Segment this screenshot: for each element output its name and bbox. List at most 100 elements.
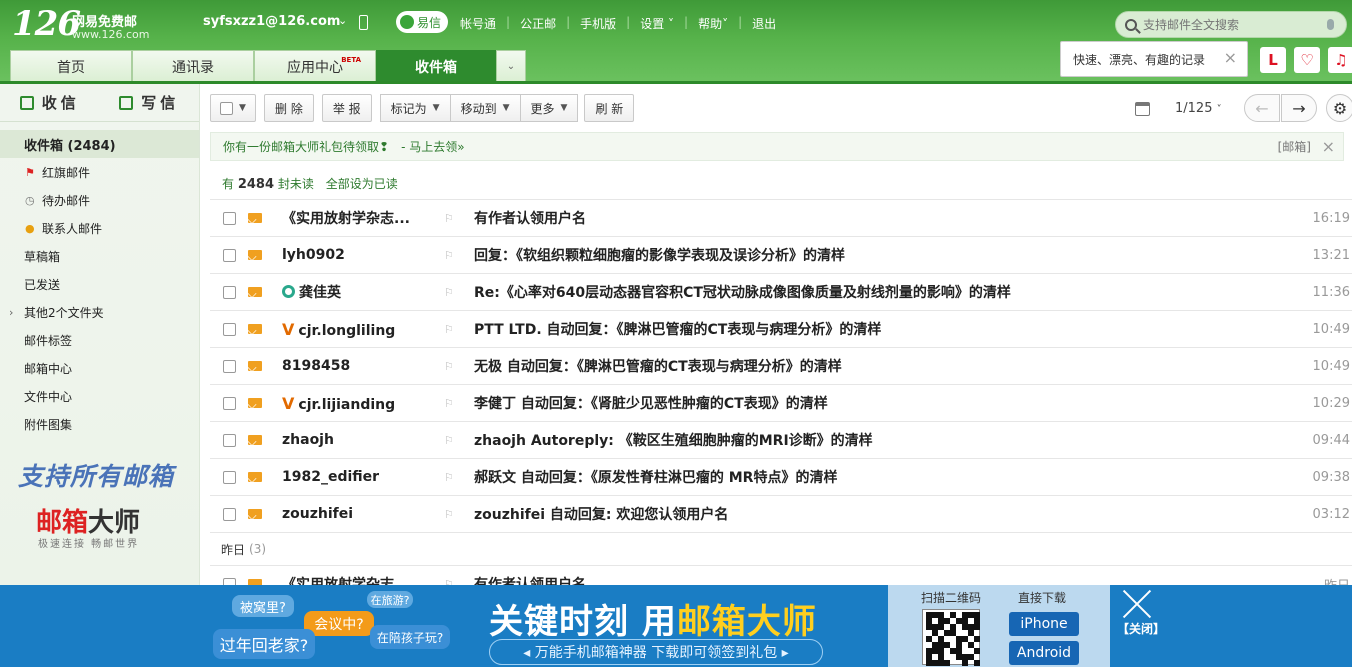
table-row[interactable]: 8198458 ⚐ 无极 自动回复：《脾淋巴管瘤的CT表现与病理分析》的清样 10:4… xyxy=(210,347,1352,384)
sender[interactable]: Vcjr.longliling xyxy=(282,320,432,339)
nav-help[interactable]: 帮助˅ xyxy=(698,15,728,32)
android-download-button[interactable]: Android xyxy=(1009,641,1079,665)
row-checkbox[interactable] xyxy=(223,359,236,373)
sender[interactable]: 8198458 xyxy=(282,358,432,374)
receive-button[interactable]: 收信 xyxy=(0,84,100,121)
flag-icon[interactable]: ⚐ xyxy=(444,397,454,410)
more-button[interactable]: 更多 ▼ xyxy=(519,94,579,122)
subject[interactable]: PTT LTD. 自动回复：《脾淋巴管瘤的CT表现与病理分析》的清样 xyxy=(474,319,881,339)
table-row[interactable]: Vcjr.lijianding ⚐ 李健丁 自动回复：《肾脏少见恶性肿瘤的CT表现》… xyxy=(210,384,1352,421)
row-checkbox[interactable] xyxy=(223,285,236,299)
side-ad-brand[interactable]: 邮箱大师 xyxy=(36,502,140,539)
nav-logout[interactable]: 退出 xyxy=(752,15,776,32)
row-checkbox[interactable] xyxy=(223,433,236,447)
bottom-ad-banner[interactable]: 被窝里? 在旅游? 会议中? 过年回老家? 在陪孩子玩? 关键时刻 用邮箱大师 … xyxy=(0,585,1352,667)
side-ad-slogan[interactable]: 支持所有邮箱 xyxy=(18,457,174,493)
sender[interactable]: 龚佳英 xyxy=(282,282,432,302)
table-row[interactable]: Vcjr.longliling ⚐ PTT LTD. 自动回复：《脾淋巴管瘤的CT表… xyxy=(210,310,1352,347)
iphone-download-button[interactable]: iPhone xyxy=(1009,612,1079,636)
folder-file-center[interactable]: 文件中心 xyxy=(0,382,199,410)
app-book-icon[interactable]: ♡ xyxy=(1294,47,1320,73)
table-row[interactable]: 1982_edifier ⚐ 郝跃文 自动回复：《原发性脊柱淋巴瘤的 MR特点》的清… xyxy=(210,458,1352,495)
subject[interactable]: 郝跃文 自动回复：《原发性脊柱淋巴瘤的 MR特点》的清样 xyxy=(474,467,837,487)
search-box[interactable] xyxy=(1115,11,1347,38)
page-indicator[interactable]: 1/125 ˅ xyxy=(1175,101,1222,116)
sender[interactable]: zouzhifei xyxy=(282,506,432,522)
table-row[interactable]: zhaojh ⚐ zhaojh Autoreply: 《鞍区生殖细胞肿瘤的MRI诊断… xyxy=(210,421,1352,458)
flag-icon[interactable]: ⚐ xyxy=(444,434,454,447)
sender[interactable]: 《实用放射学杂志... xyxy=(282,208,432,228)
folder-drafts[interactable]: 草稿箱 xyxy=(0,242,199,270)
tabs-more-chevron-icon[interactable]: ⌄ xyxy=(496,50,526,82)
refresh-button[interactable]: 刷 新 xyxy=(584,94,635,122)
flag-icon[interactable]: ⚐ xyxy=(444,212,454,225)
chevron-down-icon[interactable]: ⌄ xyxy=(338,14,347,27)
nav-settings[interactable]: 设置 ˅ xyxy=(640,15,674,32)
mark-all-read-link[interactable]: 全部设为已读 xyxy=(326,177,398,191)
close-banner-link[interactable]: 【关闭】 xyxy=(1117,620,1165,637)
flag-icon[interactable]: ⚐ xyxy=(444,471,454,484)
subject[interactable]: zouzhifei 自动回复: 欢迎您认领用户名 xyxy=(474,504,728,524)
close-icon[interactable]: × xyxy=(1322,137,1335,156)
tab-home[interactable]: 首页 xyxy=(10,50,132,82)
logo-126[interactable]: 126 xyxy=(12,4,81,44)
gear-icon[interactable]: ⚙ xyxy=(1326,94,1352,122)
table-row[interactable]: zouzhifei ⚐ zouzhifei 自动回复: 欢迎您认领用户名 03:12 xyxy=(210,495,1352,532)
move-to-button[interactable]: 移动到 ▼ xyxy=(449,94,520,122)
table-row[interactable]: 《实用放射学杂志... ⚐ 有作者认领用户名 16:19 xyxy=(210,199,1352,236)
nav-mobile[interactable]: 手机版 xyxy=(580,15,616,32)
prev-page-button[interactable]: ← xyxy=(1244,94,1280,122)
app-lofter-icon[interactable]: L xyxy=(1260,47,1286,73)
tab-app-center[interactable]: 应用中心 BETA xyxy=(254,50,376,82)
close-icon[interactable] xyxy=(1121,588,1153,620)
row-checkbox[interactable] xyxy=(223,396,236,410)
close-icon[interactable]: × xyxy=(1224,48,1237,67)
folder-sent[interactable]: 已发送 xyxy=(0,270,199,298)
delete-button[interactable]: 删 除 xyxy=(264,94,314,122)
sender[interactable]: Vcjr.lijianding xyxy=(282,394,432,413)
app-music-icon[interactable]: ♫ xyxy=(1328,47,1352,73)
flag-icon[interactable]: ⚐ xyxy=(444,249,454,262)
search-input[interactable] xyxy=(1143,17,1323,32)
subject[interactable]: 回复：《软组织颗粒细胞瘤的影像学表现及误诊分析》的清样 xyxy=(474,245,845,265)
subject[interactable]: zhaojh Autoreply: 《鞍区生殖细胞肿瘤的MRI诊断》的清样 xyxy=(474,430,873,450)
row-checkbox[interactable] xyxy=(223,322,236,336)
search-icon[interactable] xyxy=(1125,18,1137,31)
select-all-dropdown[interactable]: ▼ xyxy=(210,94,256,122)
folder-mail-center[interactable]: 邮箱中心 xyxy=(0,354,199,382)
nav-account-pass[interactable]: 帐号通 xyxy=(460,15,496,32)
flag-icon[interactable]: ⚐ xyxy=(444,286,454,299)
nav-notary-mail[interactable]: 公正邮 xyxy=(520,15,556,32)
flag-icon[interactable]: ⚐ xyxy=(444,323,454,336)
sender[interactable]: 1982_edifier xyxy=(282,469,432,485)
account-name[interactable]: syfsxzz1@126.com xyxy=(203,14,340,29)
next-page-button[interactable]: → xyxy=(1281,94,1317,122)
row-checkbox[interactable] xyxy=(223,211,236,225)
subject[interactable]: 无极 自动回复：《脾淋巴管瘤的CT表现与病理分析》的清样 xyxy=(474,356,842,376)
folder-red-flag[interactable]: ⚑ 红旗邮件 xyxy=(0,158,199,186)
flag-icon[interactable]: ⚐ xyxy=(444,360,454,373)
yixin-button[interactable]: 易信 xyxy=(396,11,448,33)
subject[interactable]: Re:《心率对640层动态器官容积CT冠状动脉成像图像质量及射线剂量的影响》的清… xyxy=(474,282,1011,302)
sender[interactable]: zhaojh xyxy=(282,432,432,448)
chevron-right-icon[interactable]: › xyxy=(9,306,13,319)
folder-tags[interactable]: 邮件标签 xyxy=(0,326,199,354)
tab-inbox[interactable]: 收件箱 xyxy=(376,50,496,82)
folder-others[interactable]: › 其他2个文件夹 xyxy=(0,298,199,326)
row-checkbox[interactable] xyxy=(223,507,236,521)
group-yesterday[interactable]: 昨日 (3) xyxy=(210,532,1352,565)
mark-as-button[interactable]: 标记为 ▼ xyxy=(379,94,450,122)
row-checkbox[interactable] xyxy=(223,470,236,484)
folder-todo[interactable]: ◷ 待办邮件 xyxy=(0,186,199,214)
subject[interactable]: 李健丁 自动回复：《肾脏少见恶性肿瘤的CT表现》的清样 xyxy=(474,393,828,413)
select-all-checkbox[interactable] xyxy=(220,101,234,115)
folder-inbox[interactable]: 收件箱 (2484) xyxy=(0,130,199,158)
table-row[interactable]: 龚佳英 ⚐ Re:《心率对640层动态器官容积CT冠状动脉成像图像质量及射线剂量的影… xyxy=(210,273,1352,310)
promo-link[interactable]: - 马上去领» xyxy=(401,138,465,155)
subject[interactable]: 有作者认领用户名 xyxy=(474,208,586,228)
row-checkbox[interactable] xyxy=(223,248,236,262)
report-button[interactable]: 举 报 xyxy=(321,94,372,122)
ad-subtitle[interactable]: ◂ 万能手机邮箱神器 下载即可领签到礼包 ▸ xyxy=(489,639,823,665)
write-button[interactable]: 写信 xyxy=(100,84,200,121)
microphone-icon[interactable] xyxy=(1327,19,1334,30)
